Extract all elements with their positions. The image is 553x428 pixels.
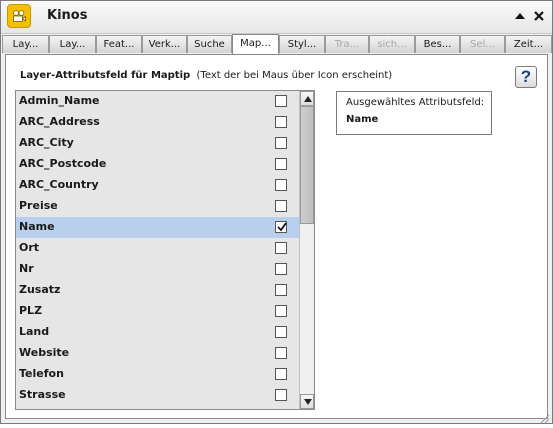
attribute-field-list: Admin_Name ARC_Address ARC_City ARC_Postcod…: [15, 90, 315, 410]
window-title: Kinos: [47, 8, 88, 23]
field-checkbox[interactable]: [275, 305, 287, 317]
scroll-up-button[interactable]: [300, 91, 314, 106]
list-item[interactable]: Zusatz: [16, 280, 299, 301]
list-item[interactable]: Telefon: [16, 364, 299, 385]
dialog-window: Kinos Lay... Lay... Feat... Verk... Suche Map…: [0, 0, 553, 424]
list-item[interactable]: Preise: [16, 196, 299, 217]
list-item[interactable]: ARC_Postcode: [16, 154, 299, 175]
panel-heading: Layer-Attributsfeld für Maptip (Text der…: [20, 70, 392, 81]
title-bar[interactable]: Kinos: [1, 1, 552, 34]
field-name-label: Nr: [19, 262, 34, 275]
film-camera-icon: [7, 4, 31, 28]
field-checkbox[interactable]: [275, 200, 287, 212]
field-name-label: Zusatz: [19, 283, 61, 296]
list-item[interactable]: PLZ: [16, 301, 299, 322]
tab-1[interactable]: Lay...: [2, 35, 49, 53]
field-name-label: Telefon: [19, 367, 64, 380]
field-checkbox[interactable]: [275, 95, 287, 107]
caret-up-icon[interactable]: [513, 9, 527, 23]
checkmark-icon: [277, 222, 287, 232]
field-name-label: ARC_Postcode: [19, 157, 107, 170]
field-name-label: Land: [19, 325, 50, 338]
field-checkbox[interactable]: [275, 158, 287, 170]
list-item[interactable]: Website: [16, 343, 299, 364]
field-checkbox[interactable]: [275, 347, 287, 359]
tab-9: sich...: [369, 35, 415, 53]
selected-field-value: Name: [346, 114, 379, 125]
list-item[interactable]: Land: [16, 322, 299, 343]
arrow-up-icon: [304, 96, 312, 102]
field-name-label: Website: [19, 346, 70, 359]
field-name-label: Preise: [19, 199, 58, 212]
field-name-label: Name: [19, 220, 55, 233]
arrow-down-icon: [304, 399, 312, 405]
panel-heading-note: (Text der bei Maus über Icon erscheint): [196, 70, 393, 81]
list-item[interactable]: Name: [16, 217, 299, 238]
field-checkbox[interactable]: [275, 221, 287, 233]
field-name-label: ARC_City: [19, 136, 74, 149]
field-checkbox[interactable]: [275, 179, 287, 191]
field-checkbox[interactable]: [275, 116, 287, 128]
close-icon[interactable]: [532, 9, 546, 23]
field-checkbox[interactable]: [275, 263, 287, 275]
list-scrollbar[interactable]: [299, 91, 314, 409]
tab-4[interactable]: Verk...: [142, 35, 187, 53]
field-name-label: Ort: [19, 241, 40, 254]
list-item[interactable]: ARC_City: [16, 133, 299, 154]
field-name-label: PLZ: [19, 304, 43, 317]
maptip-panel: Layer-Attributsfeld für Maptip (Text der…: [5, 54, 548, 419]
tab-3[interactable]: Feat...: [96, 35, 142, 53]
tab-7[interactable]: Styl...: [279, 35, 325, 53]
field-checkbox[interactable]: [275, 326, 287, 338]
tab-10[interactable]: Bes...: [415, 35, 460, 53]
field-checkbox[interactable]: [275, 137, 287, 149]
list-item[interactable]: Nr: [16, 259, 299, 280]
panel-heading-title: Layer-Attributsfeld für Maptip: [20, 70, 191, 81]
selected-field-label: Ausgewähltes Attributsfeld:: [346, 97, 485, 108]
field-name-label: Admin_Name: [19, 94, 100, 107]
help-button[interactable]: ?: [515, 66, 537, 88]
resize-grip-icon[interactable]: [538, 409, 550, 424]
scroll-thumb[interactable]: [300, 106, 314, 224]
field-checkbox[interactable]: [275, 284, 287, 296]
field-name-label: ARC_Address: [19, 115, 100, 128]
list-item[interactable]: Admin_Name: [16, 91, 299, 112]
scroll-down-button[interactable]: [300, 394, 314, 409]
selected-field-box: Ausgewähltes Attributsfeld: Name: [336, 91, 492, 135]
list-item[interactable]: ARC_Country: [16, 175, 299, 196]
tab-6[interactable]: Map...: [232, 34, 279, 55]
tab-11: Sel...: [460, 35, 505, 53]
field-name-label: ARC_Country: [19, 178, 99, 191]
list-item[interactable]: ARC_Address: [16, 112, 299, 133]
field-name-label: Strasse: [19, 388, 66, 401]
tab-2[interactable]: Lay...: [49, 35, 96, 53]
tab-12[interactable]: Zeit...: [505, 35, 552, 53]
list-item[interactable]: Ort: [16, 238, 299, 259]
field-checkbox[interactable]: [275, 368, 287, 380]
list-item[interactable]: Strasse: [16, 385, 299, 406]
field-checkbox[interactable]: [275, 242, 287, 254]
tab-8: Tra...: [325, 35, 369, 53]
field-checkbox[interactable]: [275, 389, 287, 401]
tab-5[interactable]: Suche: [187, 35, 232, 53]
tab-bar: Lay... Lay... Feat... Verk... Suche Map... Sty…: [1, 34, 552, 55]
